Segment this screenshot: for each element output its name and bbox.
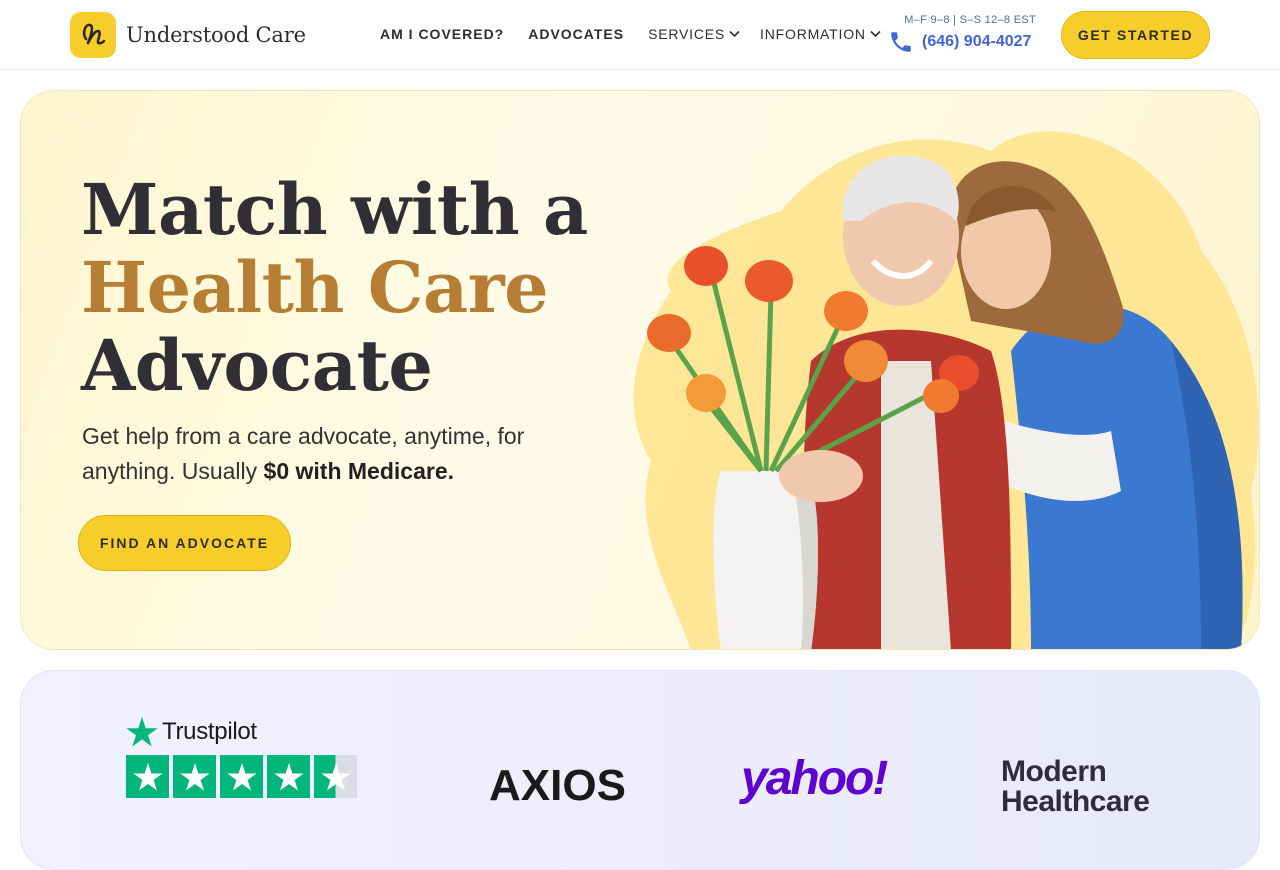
axios-logo: AXIOS — [489, 761, 626, 810]
find-advocate-button[interactable]: FIND AN ADVOCATE — [78, 515, 291, 571]
rating-half-star-icon — [314, 755, 357, 798]
logo-mark-icon — [70, 12, 116, 58]
chevron-down-icon — [870, 30, 881, 38]
nav-information[interactable]: INFORMATION — [760, 26, 881, 42]
rating-star-icon — [220, 755, 263, 798]
trustpilot-star-icon — [126, 717, 158, 747]
nav-label: AM I COVERED? — [380, 26, 505, 42]
site-header: Understood Care AM I COVERED? ADVOCATES … — [0, 0, 1280, 70]
phone-number: (646) 904-4027 — [922, 33, 1032, 50]
trustpilot-badge[interactable]: Trustpilot — [126, 717, 361, 798]
contact-block: M–F 9–8 | S–S 12–8 EST (646) 904-4027 — [888, 14, 1048, 55]
brand-logo[interactable]: Understood Care — [70, 12, 306, 58]
headline-line-3: Advocate — [81, 324, 433, 407]
hero-photo — [633, 131, 1259, 649]
nav-label: SERVICES — [648, 26, 726, 42]
press-section: Trustpilot AXIOS yahoo! Modern Healthcar… — [20, 670, 1260, 870]
rating-star-icon — [267, 755, 310, 798]
nav-label: INFORMATION — [760, 26, 866, 42]
rating-star-icon — [126, 755, 169, 798]
hero-section: Match with a Health Care Advocate Get he… — [20, 90, 1260, 650]
phone-icon — [891, 32, 911, 52]
brand-name: Understood Care — [126, 23, 306, 47]
subtext-bold: $0 with Medicare. — [263, 458, 455, 484]
hero-subtext: Get help from a care advocate, anytime, … — [82, 419, 552, 489]
hero-headline: Match with a Health Care Advocate — [81, 171, 588, 405]
headline-line-2: Health Care — [81, 246, 549, 329]
nav-am-i-covered[interactable]: AM I COVERED? — [380, 26, 504, 42]
headline-line-1: Match with a — [81, 168, 588, 251]
trustpilot-header: Trustpilot — [126, 717, 361, 747]
nav-label: ADVOCATES — [528, 26, 625, 42]
yahoo-logo: yahoo! — [741, 752, 888, 805]
trustpilot-rating — [126, 755, 361, 798]
rating-star-icon — [173, 755, 216, 798]
phone-link[interactable]: (646) 904-4027 — [888, 29, 1048, 55]
nav-services[interactable]: SERVICES — [648, 26, 740, 42]
trustpilot-name: Trustpilot — [162, 718, 257, 745]
support-hours: M–F 9–8 | S–S 12–8 EST — [904, 14, 1036, 26]
main-nav: AM I COVERED? ADVOCATES SERVICES INFORMA… — [380, 26, 901, 42]
nav-advocates[interactable]: ADVOCATES — [528, 26, 624, 42]
modern-healthcare-logo: Modern Healthcare — [1001, 755, 1150, 818]
chevron-down-icon — [729, 30, 740, 38]
get-started-button[interactable]: GET STARTED — [1061, 11, 1210, 59]
